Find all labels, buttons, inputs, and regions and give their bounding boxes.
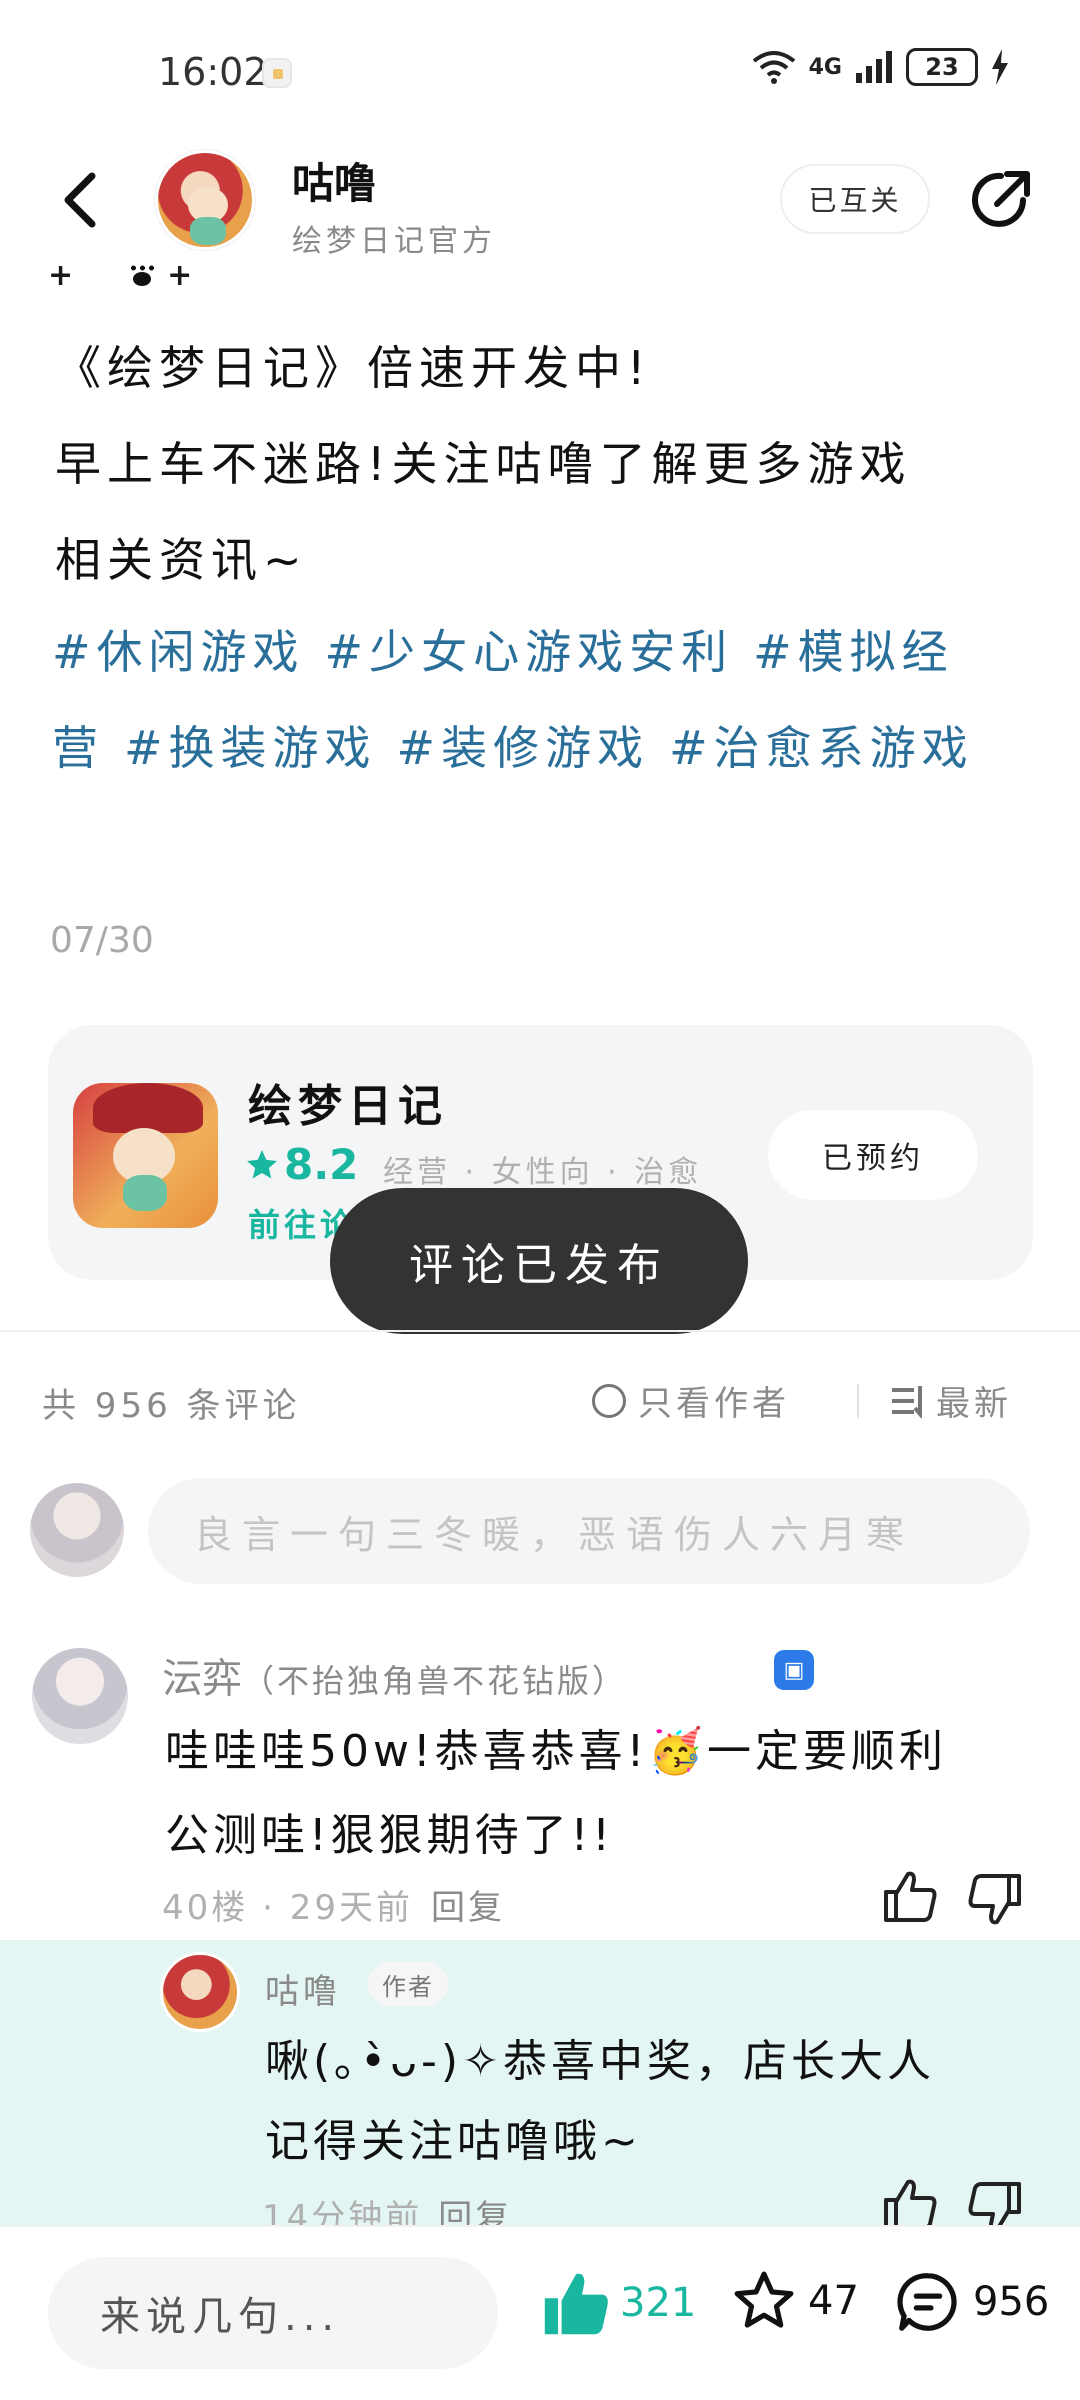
star-outline-icon bbox=[734, 2271, 794, 2328]
commenter-name[interactable]: 沄弈（不抬独角兽不花钻版） bbox=[162, 1646, 627, 1704]
share-icon[interactable] bbox=[965, 164, 1037, 236]
hashtag-link[interactable]: #少女心游戏安利 bbox=[325, 625, 734, 679]
hashtag-link[interactable]: #治愈系游戏 bbox=[669, 721, 974, 775]
divider bbox=[0, 1330, 1080, 1332]
post-body: 《绘梦日记》倍速开发中! 早上车不迷路!关注咕噜了解更多游戏 相关资讯~ bbox=[55, 320, 1035, 608]
reply-line: 记得关注咕噜哦~ bbox=[265, 2116, 642, 2167]
my-avatar bbox=[30, 1483, 124, 1577]
post-header: 咕噜 绘梦日记官方 + + 已互关 bbox=[0, 140, 1080, 320]
game-icon bbox=[73, 1083, 218, 1228]
gamepad-badge-icon: ▣ bbox=[774, 1650, 814, 1690]
comments-count: 共 956 条评论 bbox=[42, 1386, 301, 1426]
hashtag-link[interactable]: #换装游戏 bbox=[124, 721, 377, 775]
thumbs-down-icon[interactable] bbox=[965, 2178, 1025, 2225]
author-badges: + + bbox=[48, 258, 192, 293]
author-name[interactable]: 咕噜 bbox=[292, 150, 376, 211]
star-icon bbox=[247, 1149, 277, 1178]
follow-button[interactable]: 已互关 bbox=[780, 164, 930, 234]
tags-row: 营 #换装游戏 #装修游戏 #治愈系游戏 bbox=[52, 700, 1052, 796]
chevron-left-icon bbox=[64, 172, 96, 228]
reply-meta: 14分钟前 回复 bbox=[262, 2190, 512, 2225]
reply-line: 啾(｡•̀ᴗ-)✧恭喜中奖，店长大人 bbox=[265, 2036, 935, 2087]
rating-value: 8.2 bbox=[284, 1140, 359, 1189]
favorite-count: 47 bbox=[808, 2278, 859, 2324]
game-name: 绘梦日记 bbox=[248, 1081, 448, 1132]
thumbs-up-icon[interactable] bbox=[880, 2174, 940, 2225]
tags-row: #休闲游戏 #少女心游戏安利 #模拟经 bbox=[52, 604, 1052, 700]
post-line: 《绘梦日记》倍速开发中! bbox=[55, 341, 652, 395]
status-time: 16:02 bbox=[158, 50, 268, 94]
hashtag-link[interactable]: #休闲游戏 bbox=[52, 625, 305, 679]
author-reply: 咕噜 作者 啾(｡•̀ᴗ-)✧恭喜中奖，店长大人 记得关注咕噜哦~ 14分钟前回… bbox=[0, 1940, 1080, 2225]
sort-button[interactable]: 最新 bbox=[890, 1376, 1012, 1425]
sort-icon bbox=[892, 1385, 922, 1418]
notification-icon bbox=[262, 58, 292, 88]
network-label: 4G bbox=[808, 54, 842, 80]
hashtag-link[interactable]: 营 bbox=[52, 721, 104, 775]
reply-button[interactable]: 回复 bbox=[438, 2198, 512, 2225]
reply-text: 啾(｡•̀ᴗ-)✧恭喜中奖，店长大人 记得关注咕噜哦~ bbox=[265, 2022, 1005, 2182]
reply-avatar[interactable] bbox=[160, 1952, 240, 2032]
post-tags: #休闲游戏 #少女心游戏安利 #模拟经 营 #换装游戏 #装修游戏 #治愈系游戏 bbox=[52, 604, 1052, 796]
comment-meta: 40楼 · 29天前 回复 bbox=[162, 1888, 505, 1928]
hashtag-link[interactable]: #模拟经 bbox=[753, 625, 954, 679]
charging-icon bbox=[992, 49, 1008, 85]
author-tag-badge: 作者 bbox=[368, 1962, 448, 2006]
plus-icon: + bbox=[48, 258, 74, 293]
favorite-button[interactable]: 47 bbox=[730, 2267, 859, 2335]
comment-input[interactable]: 良言一句三冬暖，恶语伤人六月寒 bbox=[148, 1478, 1030, 1584]
status-indicators: 4G 23 bbox=[751, 48, 1010, 86]
thumbs-up-icon[interactable] bbox=[880, 1866, 940, 1926]
only-author-toggle[interactable]: 只看作者 bbox=[592, 1376, 790, 1425]
wifi-icon bbox=[752, 51, 795, 84]
paw-icon bbox=[127, 263, 157, 288]
reply-username[interactable]: 咕噜 bbox=[265, 1964, 341, 2013]
back-button[interactable] bbox=[50, 160, 110, 240]
like-button[interactable]: 321 bbox=[540, 2267, 696, 2339]
divider bbox=[857, 1384, 859, 1418]
bottom-comment-input[interactable]: 来说几句... bbox=[48, 2257, 498, 2369]
status-bar: 16:02 4G 23 bbox=[0, 0, 1080, 140]
comment-button[interactable]: 956 bbox=[893, 2267, 1049, 2337]
thumbs-up-filled-icon bbox=[544, 2273, 608, 2335]
battery-level: 23 bbox=[925, 53, 959, 81]
commenter-name-suffix: （不抬独角兽不花钻版） bbox=[242, 1662, 628, 1700]
game-tags: 经营 · 女性向 · 治愈 bbox=[383, 1155, 703, 1190]
signal-icon bbox=[856, 51, 892, 83]
comment-count: 956 bbox=[973, 2279, 1050, 2325]
comment-text: 哇哇哇50w!恭喜恭喜!🥳一定要顺利 公测哇!狠狠期待了!! bbox=[165, 1710, 1045, 1878]
comment-bubble-icon bbox=[897, 2273, 957, 2331]
only-author-label: 只看作者 bbox=[638, 1384, 790, 1424]
toast-message: 评论已发布 bbox=[330, 1188, 748, 1334]
author-subtitle: 绘梦日记官方 bbox=[292, 224, 496, 259]
image-page-indicator: 07/30 bbox=[50, 920, 154, 961]
author-avatar[interactable] bbox=[155, 150, 255, 250]
comment-floor: 40楼 bbox=[162, 1888, 249, 1928]
post-line: 早上车不迷路!关注咕噜了解更多游戏 bbox=[55, 437, 912, 491]
commenter-username: 沄弈 bbox=[162, 1656, 242, 1702]
game-rating: 8.2 bbox=[244, 1140, 358, 1189]
commenter-avatar[interactable] bbox=[32, 1648, 128, 1744]
comment-line: 哇哇哇50w!恭喜恭喜!🥳一定要顺利 bbox=[165, 1726, 948, 1777]
reply-time: 14分钟前 bbox=[262, 2198, 423, 2225]
like-count: 321 bbox=[620, 2280, 697, 2326]
battery-icon: 23 bbox=[906, 48, 978, 86]
plus-icon: + bbox=[167, 258, 193, 293]
reply-button[interactable]: 回复 bbox=[431, 1888, 505, 1928]
comment-time: 29天前 bbox=[289, 1888, 413, 1928]
hashtag-link[interactable]: #装修游戏 bbox=[397, 721, 650, 775]
reserve-button[interactable]: 已预约 bbox=[768, 1110, 978, 1200]
thumbs-down-icon[interactable] bbox=[965, 1870, 1025, 1930]
post-line: 相关资讯~ bbox=[55, 533, 308, 587]
sort-label: 最新 bbox=[936, 1384, 1012, 1424]
radio-icon bbox=[592, 1383, 626, 1418]
bottom-action-bar: 来说几句... 321 47 956 bbox=[0, 2225, 1080, 2400]
